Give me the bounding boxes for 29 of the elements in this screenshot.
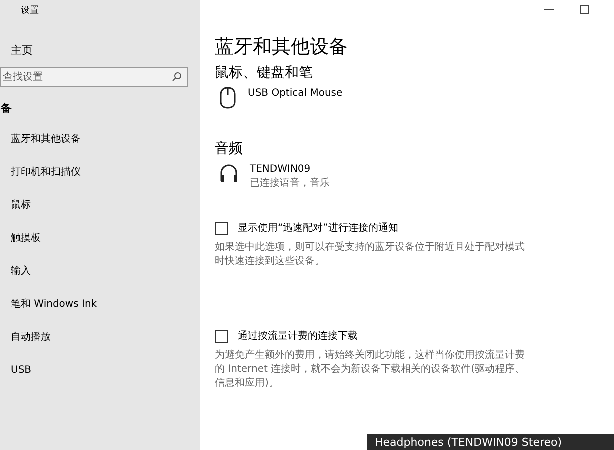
device-name[interactable]: TENDWIN09: [250, 163, 330, 177]
headphones-icon: [220, 163, 238, 183]
notification-text: Headphones (TENDWIN09 Stereo): [375, 436, 562, 448]
sidebar-item[interactable]: 打印机和扫描仪: [0, 165, 200, 198]
device-status: 已连接语音，音乐: [250, 177, 330, 191]
sidebar-item[interactable]: 鼠标: [0, 198, 200, 231]
sidebar-item[interactable]: 蓝牙和其他设备: [0, 132, 200, 165]
checkbox-label: 显示使用“迅速配对”进行连接的通知: [238, 222, 398, 235]
device-name[interactable]: USB Optical Mouse: [248, 87, 343, 101]
section-heading: 音频: [215, 140, 244, 159]
home-link[interactable]: 主页: [11, 43, 200, 58]
page-title: 蓝牙和其他设备: [215, 35, 349, 59]
sidebar-item[interactable]: USB: [0, 363, 200, 396]
section-heading: 备: [1, 101, 13, 116]
section-heading: 鼠标、键盘和笔: [215, 64, 314, 83]
option-description: 为避免产生额外的费用，请始终关闭此功能，这样当你使用按流量计费的 Internet 连接时，就不会为新设备下载相关的设备软件(驱动程序、信息和应用)。: [215, 349, 526, 391]
checkbox[interactable]: [215, 222, 228, 234]
maximize-icon[interactable]: [580, 5, 589, 14]
option-description: 如果选中此选项，则可以在受支持的蓝牙设备位于附近且处于配对模式时快速连接到这些设备。: [215, 241, 526, 269]
checkbox[interactable]: [215, 330, 228, 342]
search-field[interactable]: 查找设置: [0, 67, 188, 87]
sidebar-item[interactable]: 触摸板: [0, 231, 200, 264]
sidebar-item[interactable]: 自动播放: [0, 330, 200, 363]
search-icon: [172, 72, 182, 82]
window-title: 设置: [21, 4, 40, 18]
mouse-icon: [220, 87, 236, 109]
sidebar-item[interactable]: 输入: [0, 264, 200, 297]
sidebar-item[interactable]: 笔和 Windows Ink: [0, 297, 200, 330]
checkbox-label: 通过按流量计费的连接下载: [238, 330, 358, 343]
